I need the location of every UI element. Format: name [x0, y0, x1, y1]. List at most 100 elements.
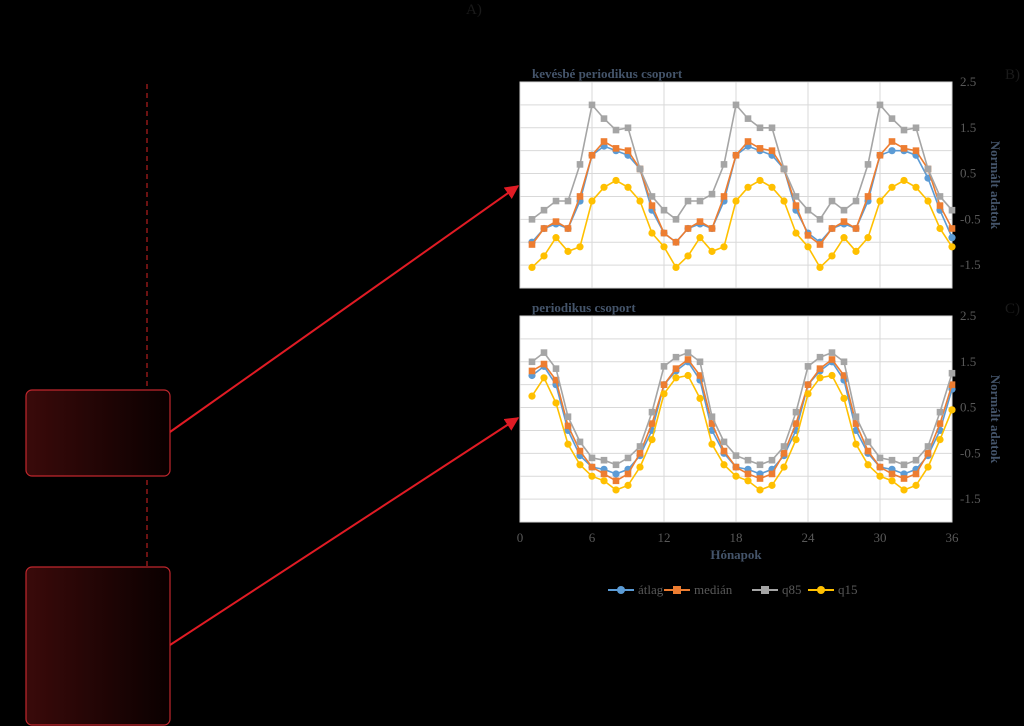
data-point — [948, 369, 956, 377]
data-point — [744, 456, 752, 464]
data-point — [864, 461, 872, 469]
data-point — [744, 477, 752, 485]
data-point — [828, 356, 836, 363]
data-point — [624, 124, 632, 132]
y-tick-label: -0.5 — [960, 445, 981, 460]
data-point — [552, 218, 560, 225]
arrow-to-chart-c — [169, 417, 520, 646]
data-point — [888, 470, 896, 478]
data-point — [588, 472, 596, 480]
x-tick-label: 12 — [658, 530, 671, 545]
data-point — [900, 486, 908, 494]
data-point — [888, 477, 896, 485]
data-point — [852, 225, 860, 232]
data-point — [792, 420, 800, 427]
data-point — [588, 454, 596, 462]
data-point — [540, 360, 548, 368]
y-tick-label: 1.5 — [960, 120, 976, 135]
data-point — [876, 151, 884, 159]
y-tick-label: -0.5 — [960, 211, 981, 226]
data-point — [864, 438, 872, 446]
data-point — [696, 394, 704, 402]
data-point — [876, 463, 884, 471]
data-point — [744, 470, 752, 478]
data-point — [792, 193, 800, 200]
data-point — [564, 413, 572, 421]
data-point — [708, 247, 716, 255]
data-point — [792, 436, 800, 444]
x-tick-label: 18 — [730, 530, 743, 545]
data-point — [888, 456, 896, 464]
data-point — [876, 101, 884, 109]
data-point — [684, 252, 692, 260]
data-point — [900, 461, 908, 469]
data-point — [708, 440, 716, 448]
data-point — [828, 349, 836, 356]
data-point — [672, 238, 680, 246]
data-point — [660, 229, 668, 237]
data-point — [768, 456, 776, 464]
data-point — [828, 225, 836, 232]
data-point — [756, 145, 764, 152]
data-point — [588, 197, 596, 205]
data-point — [612, 477, 620, 485]
data-point — [804, 390, 812, 398]
data-point — [864, 234, 872, 242]
arrow-to-chart-b — [169, 185, 520, 433]
data-point — [900, 475, 908, 482]
y-tick-label: 2.5 — [960, 308, 976, 323]
data-point — [696, 197, 704, 205]
data-point — [624, 481, 632, 489]
data-point — [624, 147, 632, 154]
data-point — [660, 206, 668, 214]
data-point — [948, 225, 956, 232]
legend-item-átlag: átlag — [608, 582, 664, 597]
legend-marker — [617, 586, 625, 594]
data-point — [528, 216, 536, 223]
data-point — [600, 456, 608, 464]
data-point — [576, 243, 584, 251]
data-point — [648, 408, 656, 416]
data-point — [612, 176, 620, 185]
data-point — [768, 481, 776, 489]
data-point — [708, 190, 716, 198]
data-point — [624, 454, 632, 462]
data-point — [780, 450, 788, 457]
data-point — [840, 218, 848, 225]
data-point — [564, 440, 572, 448]
data-point — [612, 461, 620, 469]
legend-label: q85 — [782, 582, 802, 597]
y-tick-label: 2.5 — [960, 74, 976, 89]
data-point — [564, 247, 572, 255]
data-point — [864, 193, 872, 200]
data-point — [924, 463, 932, 471]
data-point — [684, 371, 692, 380]
data-point — [528, 392, 536, 400]
y-tick-label: -1.5 — [960, 257, 981, 272]
highlight-box-lower — [25, 566, 171, 726]
chart-title: periodikus csoport — [532, 300, 636, 315]
data-point — [684, 225, 692, 232]
data-point — [792, 408, 800, 416]
chart-less-periodic-group: kevésbé periodikus csoport 2.5 1.5 0.5 -0.5 -… — [519, 66, 1003, 289]
x-tick-label: 0 — [517, 530, 524, 545]
data-point — [744, 183, 752, 191]
chart-legend: átlag medián q85 q15 — [608, 582, 858, 597]
data-point — [948, 243, 956, 251]
data-point — [588, 463, 596, 471]
data-point — [936, 436, 944, 444]
data-point — [732, 151, 740, 159]
legend-item-q15: q15 — [808, 582, 858, 597]
data-point — [900, 145, 908, 152]
data-point — [684, 197, 692, 205]
data-point — [864, 447, 872, 455]
data-point — [816, 365, 824, 372]
data-point — [804, 381, 812, 388]
data-point — [732, 472, 740, 480]
data-point — [612, 486, 620, 494]
data-point — [756, 475, 764, 482]
data-point — [744, 138, 752, 145]
data-point — [636, 450, 644, 457]
data-point — [696, 218, 704, 225]
y-tick-label: -1.5 — [960, 491, 981, 506]
